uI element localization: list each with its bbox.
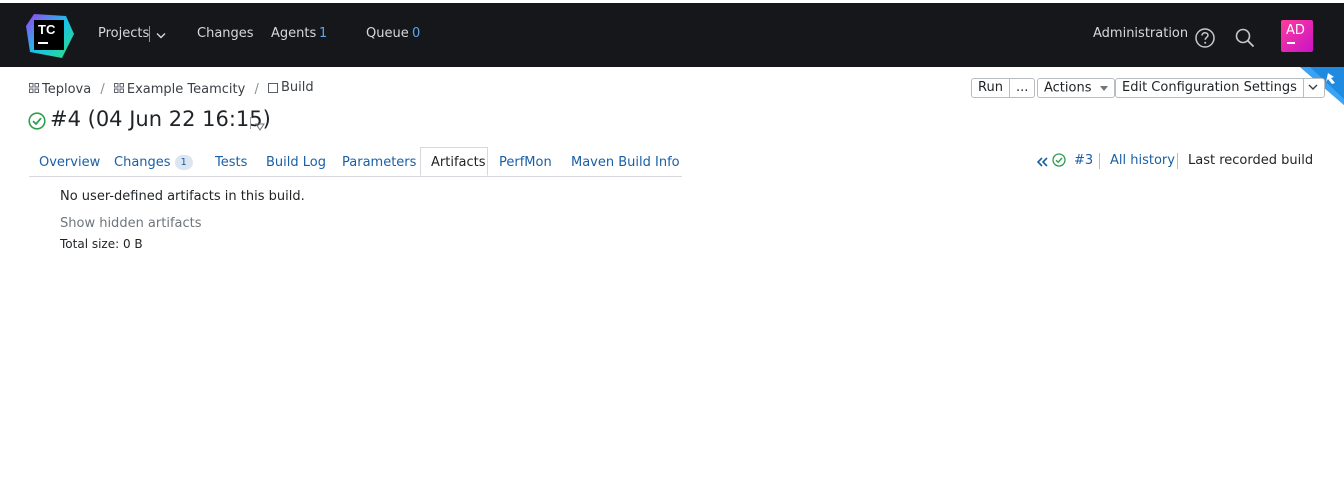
previous-build-link[interactable]: #3: [1074, 153, 1093, 168]
no-artifacts-message: No user-defined artifacts in this build.: [60, 189, 305, 204]
breadcrumb-separator: /: [100, 81, 105, 97]
double-chevron-left-icon[interactable]: [1036, 156, 1049, 171]
nav-queue[interactable]: Queue: [366, 26, 409, 41]
nav-projects[interactable]: Projects: [98, 26, 149, 41]
total-size-label: Total size: 0 B: [60, 237, 143, 251]
breadcrumb-separator: /: [254, 81, 259, 97]
actions-button[interactable]: Actions: [1037, 78, 1115, 98]
success-check-icon: [28, 112, 46, 134]
tab-artifacts[interactable]: Artifacts: [420, 147, 488, 176]
triangle-down-icon[interactable]: [255, 120, 265, 135]
build-config-icon: [268, 82, 279, 93]
nav-agents[interactable]: Agents: [271, 26, 316, 41]
tab-overview[interactable]: Overview: [39, 155, 100, 170]
page-title: #4 (04 Jun 22 16:15): [50, 107, 271, 131]
tab-changes-label: Changes: [114, 155, 171, 170]
run-button[interactable]: Run: [978, 79, 1010, 97]
breadcrumb-label: Build: [281, 80, 314, 95]
project-grid-icon: [29, 82, 39, 97]
top-navigation-bar: TC Projects Changes Agents 1 Queue 0 Adm…: [0, 3, 1344, 67]
nav-projects-divider: [149, 26, 150, 42]
edit-dropdown-toggle[interactable]: [1302, 79, 1318, 97]
avatar-initials: AD: [1286, 23, 1305, 38]
logo-text: TC: [38, 22, 56, 37]
tab-maven-build-info[interactable]: Maven Build Info: [571, 155, 680, 170]
last-recorded-build-label: Last recorded build: [1188, 153, 1314, 168]
show-hidden-artifacts-link[interactable]: Show hidden artifacts: [60, 216, 202, 231]
edit-configuration-label: Edit Configuration Settings: [1122, 80, 1297, 95]
breadcrumb-item-build-config[interactable]: Build: [268, 80, 314, 95]
changes-count-badge: 1: [174, 155, 193, 170]
breadcrumb-item-project[interactable]: Teplova: [29, 82, 91, 97]
project-grid-icon: [113, 82, 124, 97]
run-custom-button[interactable]: ...: [1010, 79, 1028, 97]
breadcrumb: Teplova / Example Teamcity / Build: [29, 80, 314, 97]
search-icon[interactable]: [1234, 27, 1256, 53]
nav-changes[interactable]: Changes: [197, 26, 254, 41]
tab-build-log[interactable]: Build Log: [266, 155, 326, 170]
help-icon[interactable]: [1194, 27, 1216, 53]
tab-tests[interactable]: Tests: [215, 155, 247, 170]
tab-artifacts-label: Artifacts: [431, 155, 486, 170]
actions-label: Actions: [1044, 80, 1092, 96]
run-button-group: Run...: [971, 78, 1036, 98]
teamcity-logo[interactable]: TC: [26, 12, 76, 60]
build-tabs: Overview Changes 1 Tests Build Log Parame…: [29, 147, 682, 177]
history-divider: [1177, 153, 1178, 169]
breadcrumb-label: Example Teamcity: [126, 81, 246, 97]
chevron-down-icon[interactable]: [156, 29, 166, 44]
tab-parameters[interactable]: Parameters: [342, 155, 416, 170]
tab-perfmon[interactable]: PerfMon: [499, 155, 552, 170]
nav-administration[interactable]: Administration: [1093, 26, 1188, 41]
breadcrumb-label: Teplova: [42, 81, 92, 97]
title-divider: [250, 117, 251, 129]
edit-configuration-button[interactable]: Edit Configuration Settings: [1115, 78, 1325, 98]
avatar[interactable]: AD: [1281, 20, 1313, 52]
avatar-underline: [1287, 42, 1295, 44]
history-divider: [1099, 153, 1100, 169]
caret-down-icon: [1099, 79, 1108, 97]
all-history-link[interactable]: All history: [1110, 153, 1175, 168]
breadcrumb-item-subproject[interactable]: Example Teamcity: [113, 81, 246, 97]
agents-count[interactable]: 1: [319, 26, 327, 41]
success-check-icon: [1052, 153, 1066, 171]
tab-changes[interactable]: Changes 1: [114, 155, 193, 170]
queue-count[interactable]: 0: [412, 26, 420, 41]
